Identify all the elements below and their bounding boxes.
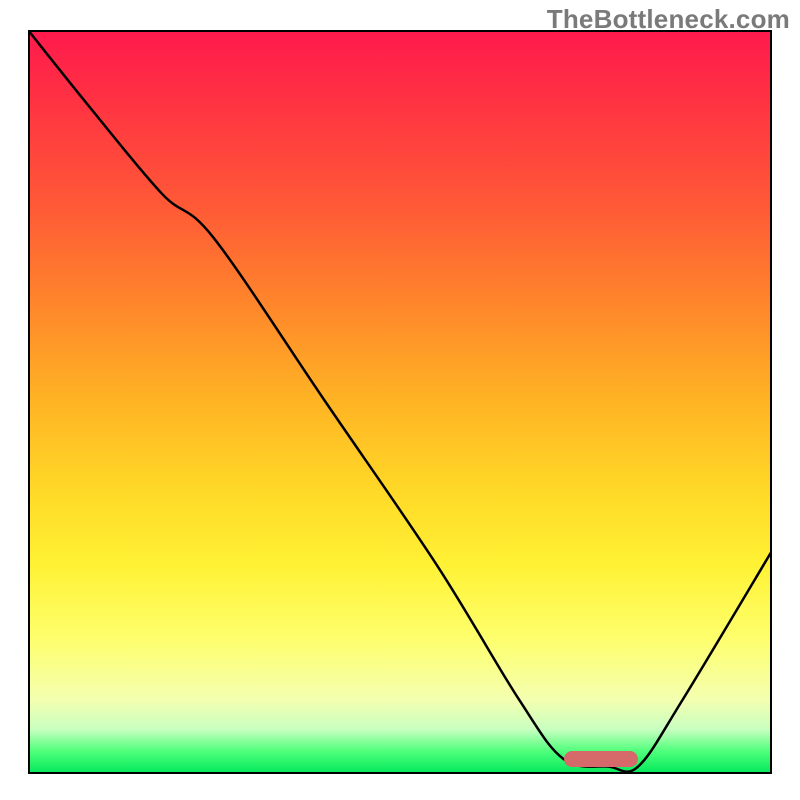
watermark-text: TheBottleneck.com [547, 4, 790, 35]
plot-area [28, 30, 772, 774]
bottleneck-curve [28, 30, 772, 774]
chart-container: TheBottleneck.com [0, 0, 800, 800]
optimal-range-marker [564, 751, 638, 767]
